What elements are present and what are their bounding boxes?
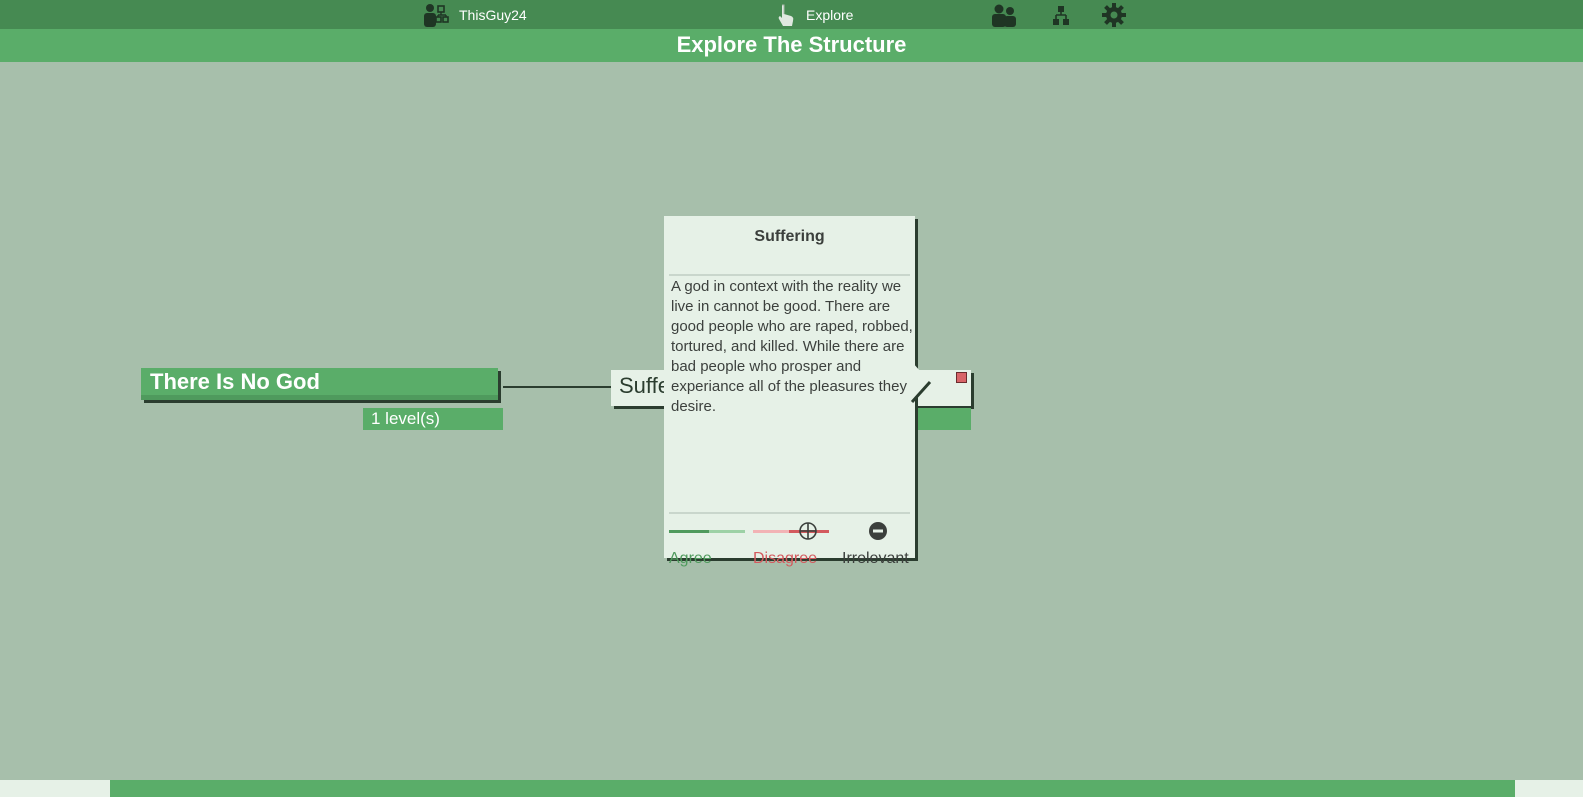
levels-label: 1 level(s): [371, 409, 440, 428]
bottom-status-bar: [110, 780, 1515, 797]
explore-hand-icon: [778, 4, 794, 26]
settings-button[interactable]: [1101, 0, 1127, 29]
argument-detail-popup: Suffering A god in context with the real…: [664, 216, 915, 567]
irrelevant-label: Irrelevant: [842, 550, 909, 567]
explore-nav-button[interactable]: Explore: [776, 0, 853, 29]
page-title-bar: Explore The Structure: [0, 29, 1583, 62]
group-icon: [992, 4, 1016, 27]
root-node-strip: [141, 395, 498, 400]
agree-label: Agree: [669, 550, 712, 567]
popup-divider-bottom: [669, 512, 910, 514]
top-nav-bar: ThisGuy24 Explore: [0, 0, 1583, 29]
agree-bar-fill: [669, 530, 709, 533]
groups-button[interactable]: [991, 0, 1017, 29]
gear-icon: [1102, 2, 1126, 27]
popup-divider-top: [669, 274, 910, 276]
bottom-right-panel: [1515, 780, 1583, 797]
tree-connector-line: [503, 386, 611, 388]
user-name-label: ThisGuy24: [459, 6, 527, 23]
agree-button[interactable]: Agree: [669, 516, 745, 567]
irrelevant-minus-icon: [869, 522, 887, 540]
disagree-label: Disagree: [753, 550, 818, 567]
popup-pointer-arrow: [910, 362, 932, 404]
root-argument-node[interactable]: There Is No God: [141, 368, 498, 400]
popup-body-text: A god in context with the reality we liv…: [671, 278, 913, 415]
structure-button[interactable]: [1052, 0, 1070, 29]
slider-handle-icon[interactable]: [798, 521, 818, 541]
child-flag-marker[interactable]: [956, 372, 967, 383]
page-title: Explore The Structure: [676, 32, 907, 57]
child-levels-badge[interactable]: [911, 408, 971, 430]
root-argument-title: There Is No God: [150, 369, 320, 394]
disagree-button[interactable]: Disagree: [753, 516, 829, 567]
user-menu-button[interactable]: ThisGuy24: [423, 0, 527, 29]
explore-nav-label: Explore: [806, 6, 854, 23]
levels-badge[interactable]: 1 level(s): [363, 408, 503, 430]
irrelevant-button[interactable]: Irrelevant: [842, 516, 914, 567]
bottom-left-panel: [0, 780, 110, 797]
user-tree-icon: [424, 3, 449, 27]
popup-title: Suffering: [754, 228, 825, 245]
hierarchy-icon: [1053, 5, 1069, 25]
